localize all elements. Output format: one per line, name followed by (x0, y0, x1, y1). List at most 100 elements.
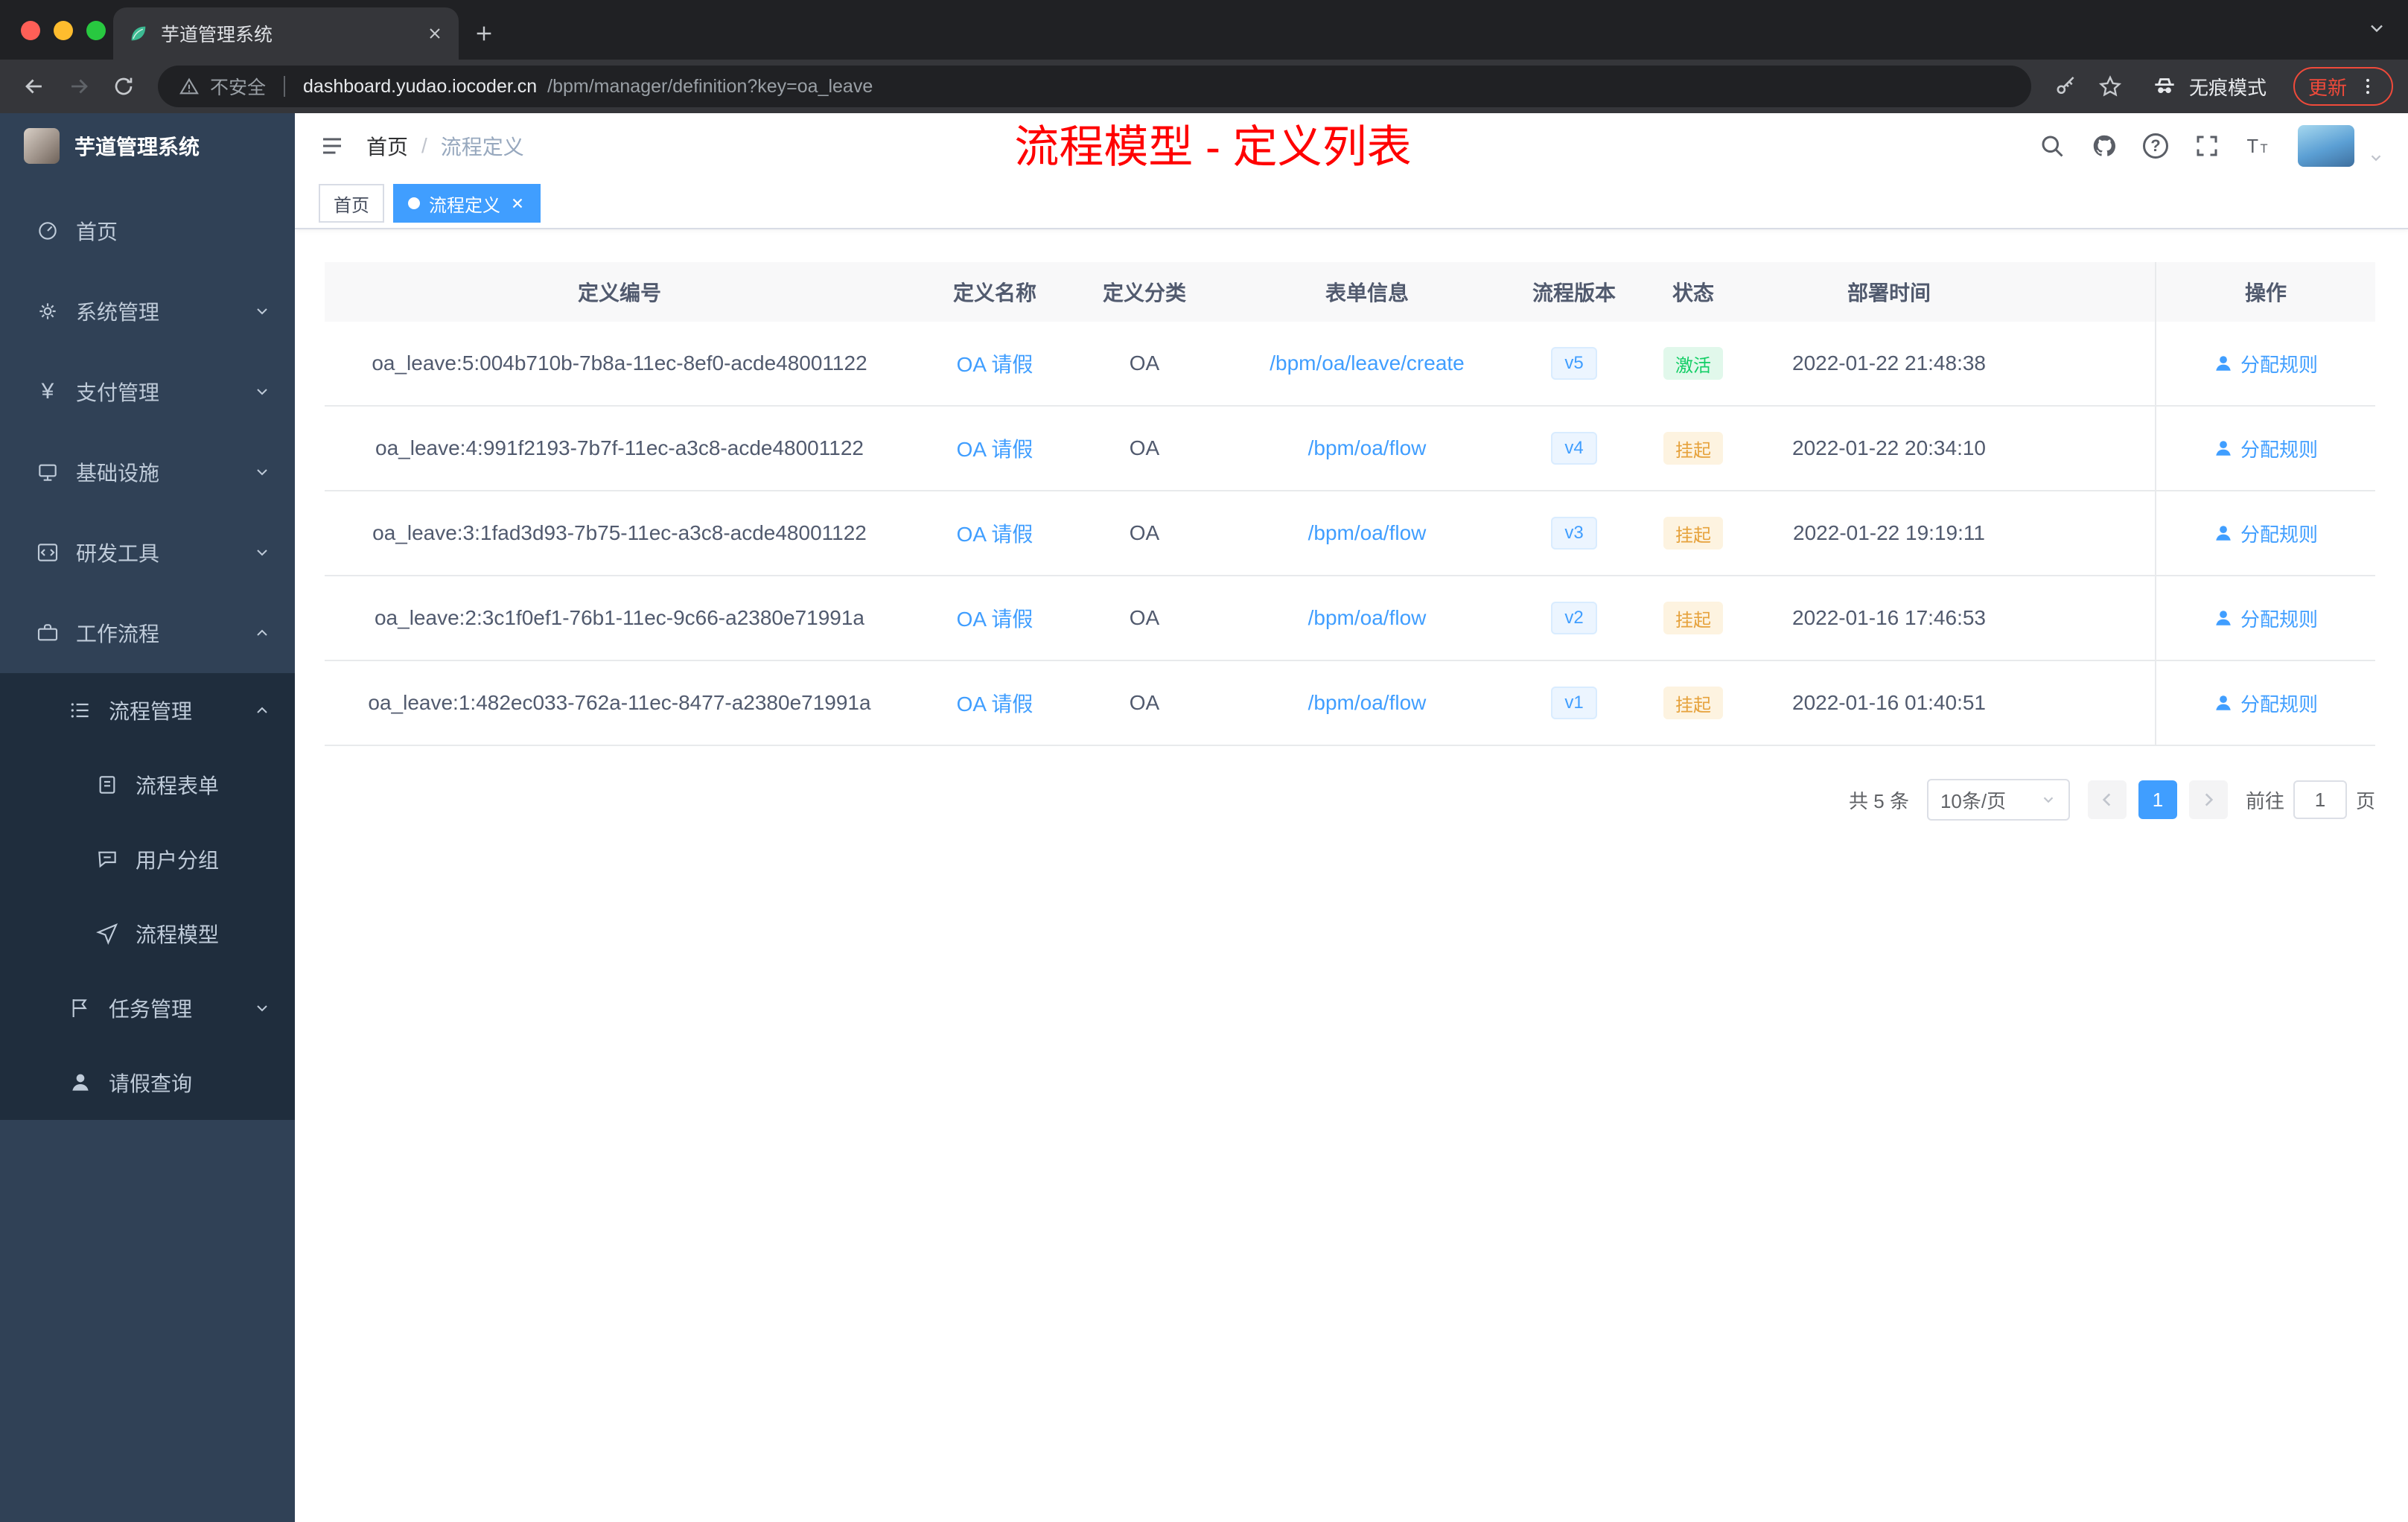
table-row: oa_leave:2:3c1f0ef1-76b1-11ec-9c66-a2380… (325, 576, 2375, 661)
close-tag-icon[interactable] (509, 195, 526, 211)
pagination: 共 5 条 10条/页 1 前往 页 (325, 779, 2375, 821)
minimize-window-button[interactable] (54, 21, 73, 40)
tag-label: 首页 (334, 195, 369, 216)
fullscreen-icon[interactable] (2194, 133, 2220, 159)
not-secure-label: 不安全 (210, 77, 267, 98)
cell-category: OA (1129, 691, 1160, 714)
cell-filler (2019, 576, 2155, 660)
flag-icon (72, 999, 87, 1017)
col-deploy-time: 部署时间 (1847, 281, 1931, 305)
assign-rule-button[interactable]: 分配规则 (2214, 435, 2318, 462)
back-button[interactable] (15, 67, 54, 106)
col-process-version: 流程版本 (1532, 281, 1616, 305)
sidebar-item-user-group[interactable]: 用户分组 (0, 822, 295, 897)
yen-icon: ¥ (41, 379, 54, 404)
font-size-icon[interactable]: TT (2246, 133, 2272, 159)
new-tab-button[interactable] (459, 7, 509, 60)
browser-menu-icon[interactable] (2357, 76, 2378, 97)
sidebar-item-process-model[interactable]: 流程模型 (0, 897, 295, 971)
navbar-actions: TT (2039, 125, 2384, 167)
form-info-link[interactable]: /bpm/oa/flow (1308, 436, 1427, 460)
tag-label: 流程定义 (429, 195, 500, 216)
sidebar-item-system[interactable]: 系统管理 (0, 271, 295, 351)
browser-tabstrip: 芋道管理系统 (0, 0, 2408, 60)
prev-page-button[interactable] (2087, 780, 2127, 819)
definition-name-link[interactable]: OA 请假 (957, 433, 1033, 463)
logo-avatar (24, 128, 60, 164)
user-group-icon (98, 851, 116, 868)
sidebar-item-process-form[interactable]: 流程表单 (0, 748, 295, 822)
chevron-down-icon (257, 550, 267, 556)
sidebar-item-workflow[interactable]: 工作流程 (0, 593, 295, 673)
chevron-down-icon (257, 308, 267, 315)
form-info-link[interactable]: /bpm/oa/leave/create (1270, 351, 1465, 375)
assign-rule-label: 分配规则 (2240, 438, 2318, 461)
definition-name-link[interactable]: OA 请假 (957, 603, 1033, 633)
cell-filler (2019, 491, 2155, 575)
sidebar-item-label: 流程管理 (109, 700, 193, 723)
password-key-icon[interactable] (2046, 67, 2085, 106)
tag-process-definition[interactable]: 流程定义 (393, 184, 541, 223)
sidebar-item-payment[interactable]: ¥ 支付管理 (0, 351, 295, 432)
close-window-button[interactable] (21, 21, 40, 40)
close-tab-icon[interactable] (426, 25, 444, 42)
form-info-link[interactable]: /bpm/oa/flow (1308, 691, 1427, 715)
cell-deploy-time: 2022-01-22 21:48:38 (1792, 351, 1986, 375)
assign-rule-button[interactable]: 分配规则 (2214, 520, 2318, 547)
browser-toolbar: 不安全 dashboard.yudao.iocoder.cn/bpm/manag… (0, 60, 2408, 113)
dashboard-icon (39, 222, 57, 240)
assign-rule-button[interactable]: 分配规则 (2214, 690, 2318, 717)
sidebar-logo[interactable]: 芋道管理系统 (0, 113, 295, 179)
sidebar-item-home[interactable]: 首页 (0, 191, 295, 271)
tag-home[interactable]: 首页 (319, 184, 384, 223)
window-controls[interactable] (21, 21, 106, 40)
sidebar-item-infrastructure[interactable]: 基础设施 (0, 432, 295, 512)
cell-deploy-time: 2022-01-22 20:34:10 (1792, 436, 1986, 459)
forward-button[interactable] (60, 67, 98, 106)
browser-tab[interactable]: 芋道管理系统 (113, 7, 459, 60)
sidebar-item-label: 研发工具 (76, 542, 160, 565)
next-page-button[interactable] (2188, 780, 2228, 819)
github-icon[interactable] (2091, 133, 2118, 159)
avatar-caret-down-icon[interactable] (2368, 150, 2384, 166)
definition-name-link[interactable]: OA 请假 (957, 688, 1033, 718)
goto-page-input[interactable] (2293, 780, 2347, 819)
sidebar-item-process-management[interactable]: 流程管理 (0, 673, 295, 748)
assign-rule-label: 分配规则 (2240, 692, 2318, 716)
page-number-button[interactable]: 1 (2138, 780, 2177, 819)
table-row: oa_leave:4:991f2193-7b7f-11ec-a3c8-acde4… (325, 407, 2375, 491)
user-icon (2216, 356, 2231, 371)
tab-search-caret-icon[interactable] (2366, 18, 2387, 39)
sidebar-item-leave-query[interactable]: 请假查询 (0, 1045, 295, 1120)
search-icon[interactable] (2039, 133, 2065, 159)
page-size-select[interactable]: 10条/页 (1926, 779, 2070, 821)
help-icon[interactable] (2143, 133, 2168, 159)
sidebar: 芋道管理系统 首页 系统管理 ¥ 支付管理 基础设施 研发工具 工作流程 流程管… (0, 113, 295, 1522)
cell-definition-id: oa_leave:4:991f2193-7b7f-11ec-a3c8-acde4… (375, 436, 864, 459)
select-caret-icon (2043, 797, 2054, 803)
hamburger-icon[interactable] (319, 133, 345, 159)
assign-rule-button[interactable]: 分配规则 (2214, 605, 2318, 632)
sidebar-item-label: 支付管理 (76, 381, 160, 404)
definition-name-link[interactable]: OA 请假 (957, 348, 1033, 378)
table-row: oa_leave:3:1fad3d93-7b75-11ec-a3c8-acde4… (325, 491, 2375, 576)
bookmark-star-icon[interactable] (2091, 67, 2130, 106)
cell-filler (2019, 407, 2155, 490)
breadcrumb-current: 流程定义 (440, 136, 524, 159)
sidebar-item-label: 流程模型 (136, 923, 220, 946)
avatar[interactable] (2298, 125, 2354, 167)
sidebar-item-task-management[interactable]: 任务管理 (0, 971, 295, 1045)
form-info-link[interactable]: /bpm/oa/flow (1308, 606, 1427, 630)
address-bar[interactable]: 不安全 dashboard.yudao.iocoder.cn/bpm/manag… (158, 66, 2031, 107)
reload-button[interactable] (104, 67, 143, 106)
definition-name-link[interactable]: OA 请假 (957, 518, 1033, 548)
maximize-window-button[interactable] (86, 21, 106, 40)
browser-update-button[interactable]: 更新 (2293, 67, 2393, 106)
status-tag: 挂起 (1663, 517, 1723, 550)
form-info-link[interactable]: /bpm/oa/flow (1308, 521, 1427, 545)
cell-category: OA (1129, 436, 1160, 459)
assign-rule-button[interactable]: 分配规则 (2214, 350, 2318, 378)
breadcrumb-home[interactable]: 首页 (366, 131, 408, 161)
annotation-title: 流程模型 - 定义列表 (1014, 122, 1412, 172)
sidebar-item-devtools[interactable]: 研发工具 (0, 512, 295, 593)
